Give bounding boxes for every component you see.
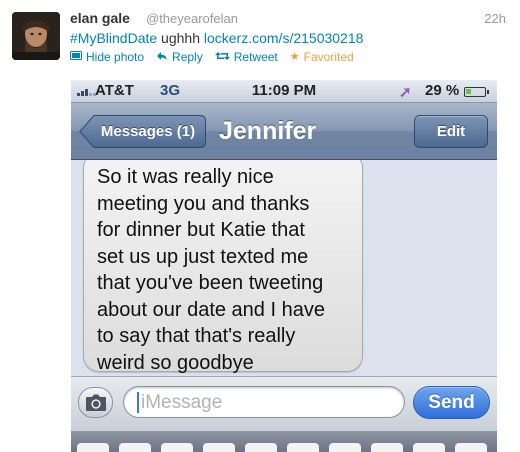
avatar-photo [12,12,60,60]
reply-label: Reply [172,50,203,64]
message-line: that you've been tweeting [97,272,324,294]
message-text: So it was really nice meeting you and th… [97,164,357,376]
author-handle[interactable]: @theyearofelan [146,11,238,26]
message-line: for dinner but Katie that [97,219,305,241]
back-button-label: Messages (1) [100,123,196,140]
retweet-action[interactable]: Retweet [214,50,278,64]
battery-percent: 29 % [425,82,460,99]
message-line: So it was really nice [97,166,274,188]
camera-icon [86,394,106,411]
tweet-timestamp[interactable]: 22h [484,11,506,26]
message-line: weird so goodbye [97,351,254,374]
keyboard-key[interactable] [329,443,361,452]
message-line: to say that that's really [97,325,296,347]
camera-button[interactable] [78,387,113,418]
photo-link[interactable]: lockerz.com/s/215030218 [204,30,364,46]
keyboard-key[interactable] [455,443,487,452]
message-line: meeting you and thanks [97,192,310,215]
battery-level-fill [466,89,471,94]
reply-action[interactable]: Reply [156,50,203,64]
tweet-photo-iphone-screenshot: AT&T 3G 11:09 PM ➚ 29 % Messages (1) Jen… [71,80,497,452]
message-line: about our date and I have [97,298,325,321]
keyboard-key[interactable] [119,443,151,452]
keyboard-key[interactable] [77,443,109,452]
messages-back-button[interactable]: Messages (1) [79,115,206,148]
keyboard-key[interactable] [371,443,403,452]
tweet: elan gale @theyearofelan 22h #MyBlindDat… [0,0,520,80]
message-thread[interactable]: So it was really nice meeting you and th… [71,160,497,376]
send-button[interactable]: Send [413,386,490,419]
keyboard-key[interactable] [287,443,319,452]
text-cursor [137,392,139,413]
keyboard-key[interactable] [203,443,235,452]
retweet-label: Retweet [233,50,278,64]
keyboard-key[interactable] [413,443,445,452]
hide-photo-label: Hide photo [86,50,145,64]
tweet-body: ughhh [157,30,204,46]
message-composer: iMessage Send [71,376,497,431]
favorite-label: Favorited [303,50,354,64]
author-name[interactable]: elan gale [70,10,130,26]
conversation-title: Jennifer [219,117,317,145]
imessage-input[interactable]: iMessage [123,386,405,418]
navigation-bar: Messages (1) Jennifer Edit [71,103,497,160]
incoming-message-bubble[interactable]: So it was really nice meeting you and th… [83,160,363,374]
tweet-text: #MyBlindDate ughhh lockerz.com/s/2150302… [70,30,363,46]
status-bar: AT&T 3G 11:09 PM ➚ 29 % [71,80,497,103]
tweet-actions: Hide photo Reply Retweet ★ Favorited [70,50,354,64]
reply-icon [156,51,168,64]
photo-icon [70,50,82,64]
favorite-action[interactable]: ★ Favorited [290,50,354,64]
imessage-placeholder: iMessage [141,392,223,413]
keyboard-key[interactable] [245,443,277,452]
star-icon: ★ [289,50,300,63]
keyboard-key[interactable] [161,443,193,452]
hide-photo-action[interactable]: Hide photo [70,50,144,64]
keyboard [71,431,497,452]
message-line: set us up just texted me [97,245,309,268]
edit-button[interactable]: Edit [414,115,488,148]
retweet-icon [214,51,230,64]
avatar[interactable] [12,12,60,60]
location-arrow-icon: ➚ [399,84,412,101]
hashtag-link[interactable]: #MyBlindDate [70,30,157,46]
battery-icon [464,87,489,97]
